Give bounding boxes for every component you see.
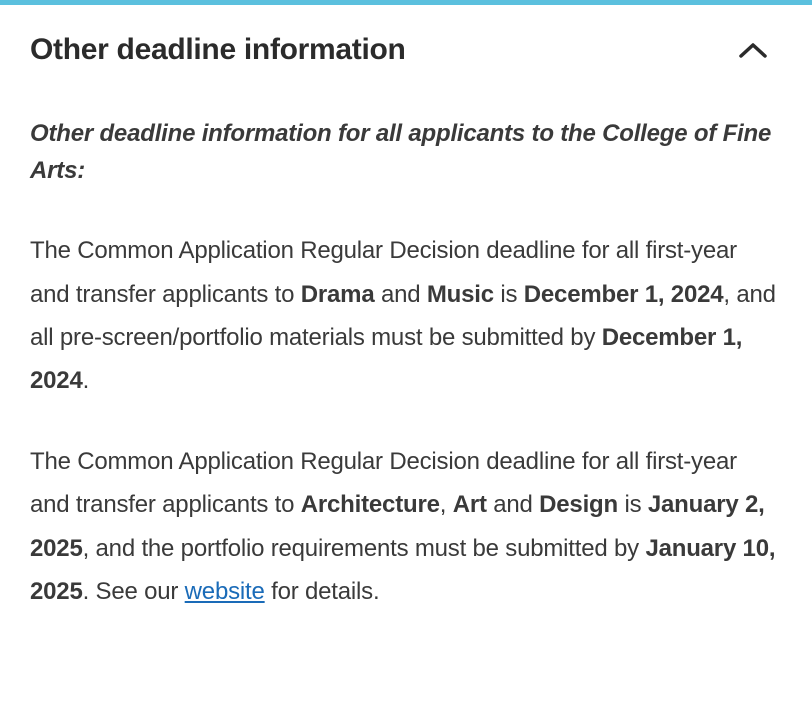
paragraph-drama-music: The Common Application Regular Decision … — [30, 229, 782, 402]
major-art: Art — [453, 491, 487, 518]
major-music: Music — [427, 281, 494, 308]
p2-text: is — [618, 491, 648, 518]
accordion-title: Other deadline information — [30, 33, 406, 67]
p2-text: . See our — [83, 578, 185, 605]
intro-text: Other deadline information for all appli… — [30, 115, 782, 189]
content-container: Other deadline information Other deadlin… — [0, 5, 812, 681]
p1-text: is — [494, 281, 524, 308]
date-dec1a: December 1, 2024 — [524, 281, 724, 308]
website-link[interactable]: website — [185, 578, 265, 605]
p2-text: for details. — [265, 578, 380, 605]
p1-text: and — [374, 281, 426, 308]
major-design: Design — [539, 491, 618, 518]
p1-text: . — [83, 367, 89, 394]
p2-text: and — [487, 491, 539, 518]
paragraph-arch-art-design: The Common Application Regular Decision … — [30, 440, 782, 613]
chevron-up-icon — [738, 41, 768, 59]
p2-text: , — [440, 491, 453, 518]
major-architecture: Architecture — [301, 491, 440, 518]
accordion-toggle[interactable]: Other deadline information — [30, 33, 782, 67]
major-drama: Drama — [301, 281, 375, 308]
p2-text: , and the portfolio requirements must be… — [83, 535, 646, 562]
